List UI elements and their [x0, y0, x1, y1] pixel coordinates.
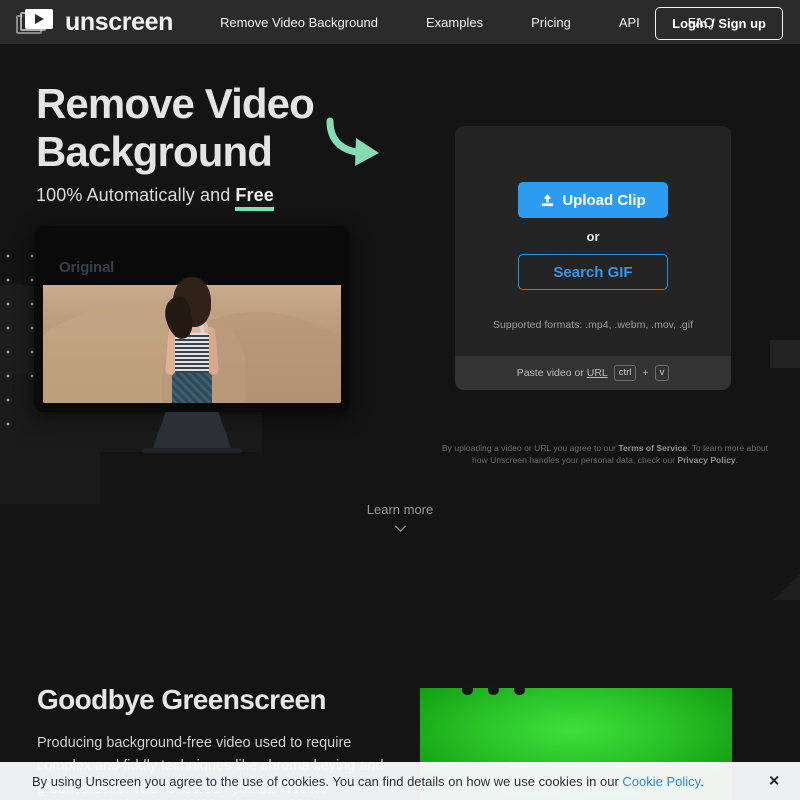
key-ctrl: ctrl — [613, 365, 637, 381]
monitor-stand — [153, 412, 231, 448]
page-title: Remove Video Background — [36, 80, 315, 175]
section2-heading: Goodbye Greenscreen — [37, 684, 327, 715]
privacy-policy-link[interactable]: Privacy Policy — [677, 455, 735, 465]
original-video-preview: Original — [43, 235, 341, 403]
unscreen-landing-page: unscreen Remove Video Background Example… — [0, 0, 800, 800]
learn-more-label: Learn more — [366, 502, 434, 517]
upload-clip-label: Upload Clip — [562, 191, 646, 209]
or-separator-label: or — [586, 229, 600, 244]
monitor-frame: Original — [34, 226, 350, 412]
supported-formats-text: Supported formats: .mp4, .webm, .mov, .g… — [493, 319, 693, 331]
legal-line1-a: By uploading a video or URL you agree to… — [441, 443, 619, 453]
curved-arrow-icon — [326, 117, 379, 166]
monitor-base — [142, 448, 242, 453]
learn-more-link[interactable]: Learn more — [0, 502, 800, 532]
monitor-preview: Original — [34, 226, 350, 453]
original-label: Original — [59, 259, 115, 276]
person-figure — [154, 277, 230, 403]
key-v: v — [654, 365, 670, 381]
hero-subtitle-free: Free — [235, 185, 274, 205]
decor-square-right — [770, 340, 800, 368]
logo[interactable]: unscreen — [16, 8, 173, 37]
cookie-banner: By using Unscreen you agree to the use o… — [0, 762, 800, 800]
nav-item-examples[interactable]: Examples — [402, 15, 507, 30]
terms-of-service-link[interactable]: Terms of Service — [618, 443, 687, 453]
paste-url-link[interactable]: URL — [587, 367, 608, 379]
unscreen-play-logo-icon — [16, 8, 56, 36]
legal-line2-c: . — [735, 455, 739, 465]
upload-card-body: Upload Clip or Search GIF Supported form… — [455, 126, 731, 356]
hero-subtitle-prefix: 100% Automatically and — [36, 185, 236, 205]
key-plus-sign: + — [642, 367, 649, 379]
legal-disclaimer: By uploading a video or URL you agree to… — [440, 442, 770, 466]
logo-text: unscreen — [65, 7, 173, 36]
decor-triangle-right — [756, 574, 800, 600]
hero-subtitle: 100% Automatically and Free — [36, 185, 274, 206]
cookie-text-b: . — [700, 773, 704, 789]
paste-video-footer: Paste video or URL ctrl + v — [455, 356, 731, 390]
cookie-banner-text: By using Unscreen you agree to the use o… — [32, 774, 704, 789]
login-signup-button[interactable]: Login / Sign up — [655, 7, 783, 40]
chevron-down-icon — [394, 525, 406, 532]
close-icon[interactable]: ✕ — [768, 773, 780, 790]
upload-card: Upload Clip or Search GIF Supported form… — [455, 126, 731, 390]
legal-line1-c: . To learn more about — [687, 443, 769, 453]
search-gif-button[interactable]: Search GIF — [518, 254, 668, 290]
nav-item-pricing[interactable]: Pricing — [507, 15, 595, 30]
nav-item-api[interactable]: API — [595, 15, 664, 30]
upload-icon — [542, 193, 554, 206]
upload-clip-button[interactable]: Upload Clip — [518, 182, 668, 218]
legal-line2-a: how Unscreen handles your personal data,… — [471, 455, 678, 465]
cookie-text-a: By using Unscreen you agree to the use o… — [32, 773, 623, 789]
nav-item-remove-video-background[interactable]: Remove Video Background — [220, 15, 402, 30]
paste-video-label: Paste video or URL — [516, 367, 608, 379]
cookie-policy-link[interactable]: Cookie Policy — [622, 774, 700, 789]
site-header: unscreen Remove Video Background Example… — [0, 0, 800, 44]
hero-section: Remove Video Background 100% Automatical… — [0, 44, 800, 600]
